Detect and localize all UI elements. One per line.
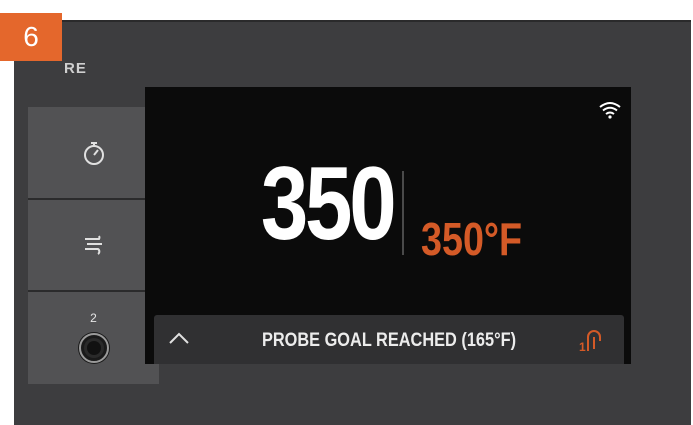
- side-panel: 2: [28, 107, 159, 384]
- stopwatch-icon: [83, 141, 104, 165]
- wifi-icon: [599, 102, 621, 119]
- device-top-edge: [14, 20, 691, 22]
- display-screen: 350 350°F PROBE GOAL REACHED (165°F) 1: [145, 87, 631, 364]
- probe-number: 2: [90, 311, 97, 325]
- status-bar[interactable]: PROBE GOAL REACHED (165°F) 1: [154, 315, 624, 364]
- probe-1-icon: 1: [579, 330, 601, 353]
- probe-2-button[interactable]: 2: [28, 292, 159, 384]
- set-temperature[interactable]: 350°F: [421, 215, 522, 263]
- step-number-badge: 6: [0, 13, 62, 61]
- temperature-divider: [402, 171, 404, 255]
- svg-text:1: 1: [579, 340, 586, 353]
- smoke-icon: [84, 235, 102, 255]
- timer-button[interactable]: [28, 107, 159, 198]
- device-bottom-bar: [28, 384, 645, 425]
- probe-knob-icon: [77, 332, 110, 364]
- status-message: PROBE GOAL REACHED (165°F): [261, 330, 517, 351]
- brand-logo-fragment: RE: [64, 60, 87, 77]
- actual-temperature: 350: [260, 146, 397, 262]
- smoke-button[interactable]: [28, 200, 159, 290]
